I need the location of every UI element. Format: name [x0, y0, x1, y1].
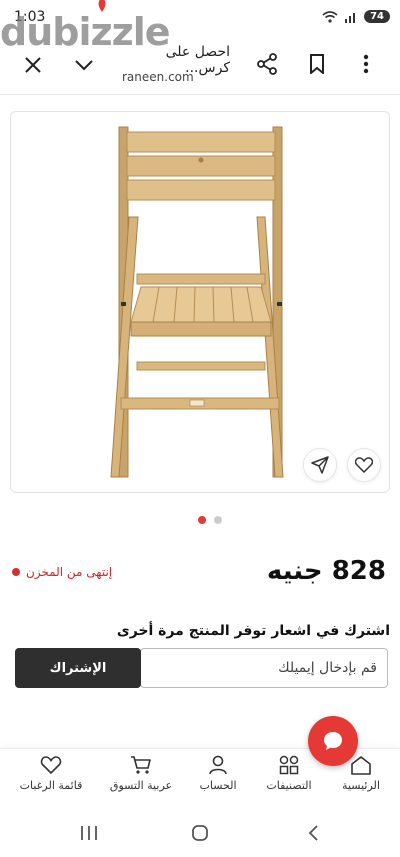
- subscribe-button[interactable]: الإشتراك: [15, 648, 141, 688]
- nav-item-wishlist[interactable]: قائمة الرغبات: [11, 755, 91, 792]
- stock-status: إنتهى من المخزن: [12, 565, 112, 579]
- more-vertical-icon[interactable]: [358, 52, 374, 76]
- nav-label-account: الحساب: [199, 779, 237, 792]
- wifi-icon: [322, 10, 338, 23]
- battery-badge: 74: [364, 10, 390, 23]
- close-icon[interactable]: [22, 54, 44, 76]
- carousel-dot-active[interactable]: [198, 516, 206, 524]
- status-icons: 74: [322, 10, 390, 23]
- stock-dot-icon: [12, 568, 20, 576]
- home-button-icon[interactable]: [189, 822, 211, 844]
- bookmark-icon[interactable]: [306, 52, 328, 76]
- nav-label-cart: عربية التسوق: [109, 779, 173, 792]
- nav-item-cart[interactable]: عربية التسوق: [101, 755, 181, 792]
- recent-apps-icon[interactable]: [78, 822, 100, 844]
- chat-button[interactable]: [308, 716, 358, 766]
- url-domain[interactable]: raneen.com: [122, 70, 194, 84]
- product-price: 828 جنيه: [266, 556, 386, 586]
- notify-title: اشترك في اشعار توفر المنتج مرة أخرى: [116, 623, 390, 639]
- back-icon[interactable]: [302, 822, 324, 844]
- share-product-button[interactable]: [303, 448, 337, 482]
- cart-icon: [131, 756, 151, 774]
- status-time: 1:03: [14, 9, 46, 25]
- chevron-down-icon[interactable]: [72, 54, 96, 76]
- system-nav-bar: [0, 808, 400, 857]
- product-image-chair: [110, 126, 284, 478]
- heart-icon: [355, 457, 373, 473]
- send-icon: [311, 456, 329, 474]
- email-input[interactable]: [140, 648, 388, 688]
- nav-label-wishlist: قائمة الرغبات: [19, 779, 83, 792]
- nav-item-account[interactable]: الحساب: [178, 755, 258, 792]
- carousel-dot[interactable]: [214, 516, 222, 524]
- product-image-card[interactable]: [10, 111, 390, 493]
- signal-icon: [345, 12, 356, 23]
- nav-label-categories: التصنيفات: [266, 779, 312, 792]
- wishlist-button[interactable]: [347, 448, 381, 482]
- stock-status-text: إنتهى من المخزن: [26, 565, 113, 579]
- home-icon: [351, 756, 371, 775]
- share-icon[interactable]: [255, 52, 279, 76]
- heart-outline-icon: [40, 756, 62, 775]
- chat-icon: [324, 732, 342, 750]
- toolbar-divider: [0, 94, 400, 95]
- categories-icon: [279, 755, 299, 775]
- nav-label-home: الرئيسية: [342, 779, 380, 792]
- user-icon: [209, 755, 227, 775]
